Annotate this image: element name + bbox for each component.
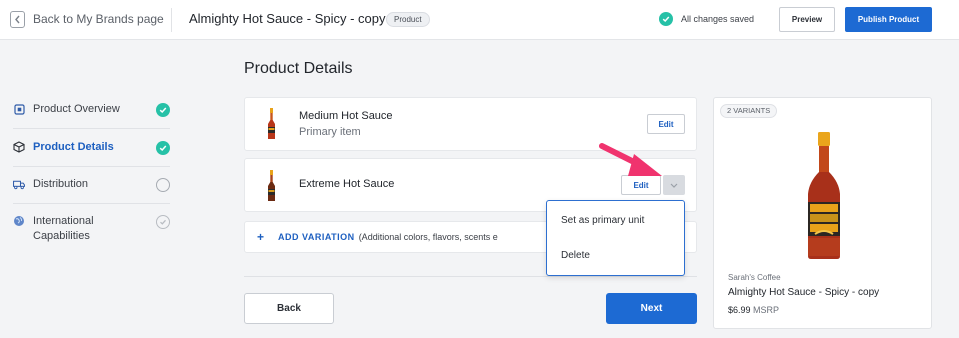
preview-product-title: Almighty Hot Sauce - Spicy - copy [728, 287, 880, 298]
product-type-badge: Product [386, 12, 430, 27]
sidebar-item-international[interactable]: International Capabilities [13, 214, 170, 244]
variant-options-menu: Set as primary unit Delete [546, 200, 685, 276]
next-button[interactable]: Next [606, 293, 697, 324]
preview-price: $6.99 MSRP [728, 305, 779, 315]
truck-icon [13, 178, 25, 190]
menu-item-set-primary[interactable]: Set as primary unit [561, 215, 644, 226]
chevron-left-icon [10, 10, 25, 28]
hot-sauce-bottle-icon [268, 170, 275, 201]
save-status: All changes saved [659, 12, 754, 26]
variant-name: Medium Hot Sauce [299, 110, 393, 122]
sidebar-item-label: Product Overview [33, 103, 120, 115]
section-divider [244, 276, 697, 277]
product-image [808, 132, 840, 259]
header-divider [171, 8, 172, 32]
price-suffix: MSRP [753, 305, 780, 315]
sidebar-item-distribution[interactable]: Distribution [13, 177, 170, 192]
brand-name: Sarah's Coffee [728, 273, 781, 282]
add-variation-label: ADD VARIATION [278, 232, 355, 242]
page-heading: Product Details [244, 60, 353, 77]
product-preview-card: 2 VARIANTS Sarah's Coffee Almighty Hot S… [713, 97, 932, 329]
variant-name: Extreme Hot Sauce [299, 178, 395, 190]
back-to-brands-link[interactable]: Back to My Brands page [10, 9, 164, 29]
sidebar-divider [13, 128, 170, 129]
hot-sauce-bottle-icon [268, 108, 275, 139]
preview-button[interactable]: Preview [779, 7, 835, 32]
sidebar-divider [13, 166, 170, 167]
price-value: $6.99 [728, 305, 751, 315]
edit-variant-button[interactable]: Edit [647, 114, 685, 134]
sidebar-item-product-overview[interactable]: Product Overview [13, 102, 170, 117]
optional-check-icon [156, 215, 170, 229]
publish-product-button[interactable]: Publish Product [845, 7, 932, 32]
sidebar-item-label: Product Details [33, 141, 114, 153]
sidebar-item-label: Distribution [33, 178, 89, 190]
incomplete-circle-icon [156, 178, 170, 192]
variant-subtitle: Primary item [299, 126, 361, 138]
add-variation-note: (Additional colors, flavors, scents e [358, 232, 498, 242]
variants-count-badge: 2 VARIANTS [720, 104, 778, 118]
sidebar-item-label: International Capabilities [33, 215, 94, 242]
chevron-down-icon [670, 183, 678, 188]
top-bar: Back to My Brands page Almighty Hot Sauc… [0, 0, 959, 40]
annotation-arrow-icon [599, 143, 662, 176]
complete-check-icon [156, 141, 170, 155]
box-icon [13, 141, 25, 153]
globe-icon [13, 215, 25, 227]
menu-item-delete[interactable]: Delete [561, 250, 590, 261]
complete-check-icon [156, 103, 170, 117]
sidebar-item-product-details[interactable]: Product Details [13, 140, 170, 155]
back-button[interactable]: Back [244, 293, 334, 324]
back-link-label: Back to My Brands page [33, 12, 164, 26]
product-title: Almighty Hot Sauce - Spicy - copy [189, 11, 386, 26]
sidebar-divider [13, 203, 170, 204]
check-circle-icon [659, 12, 673, 26]
save-status-label: All changes saved [681, 14, 755, 24]
more-options-dropdown[interactable] [663, 175, 685, 195]
overview-icon [13, 103, 25, 115]
plus-icon: + [257, 230, 265, 244]
